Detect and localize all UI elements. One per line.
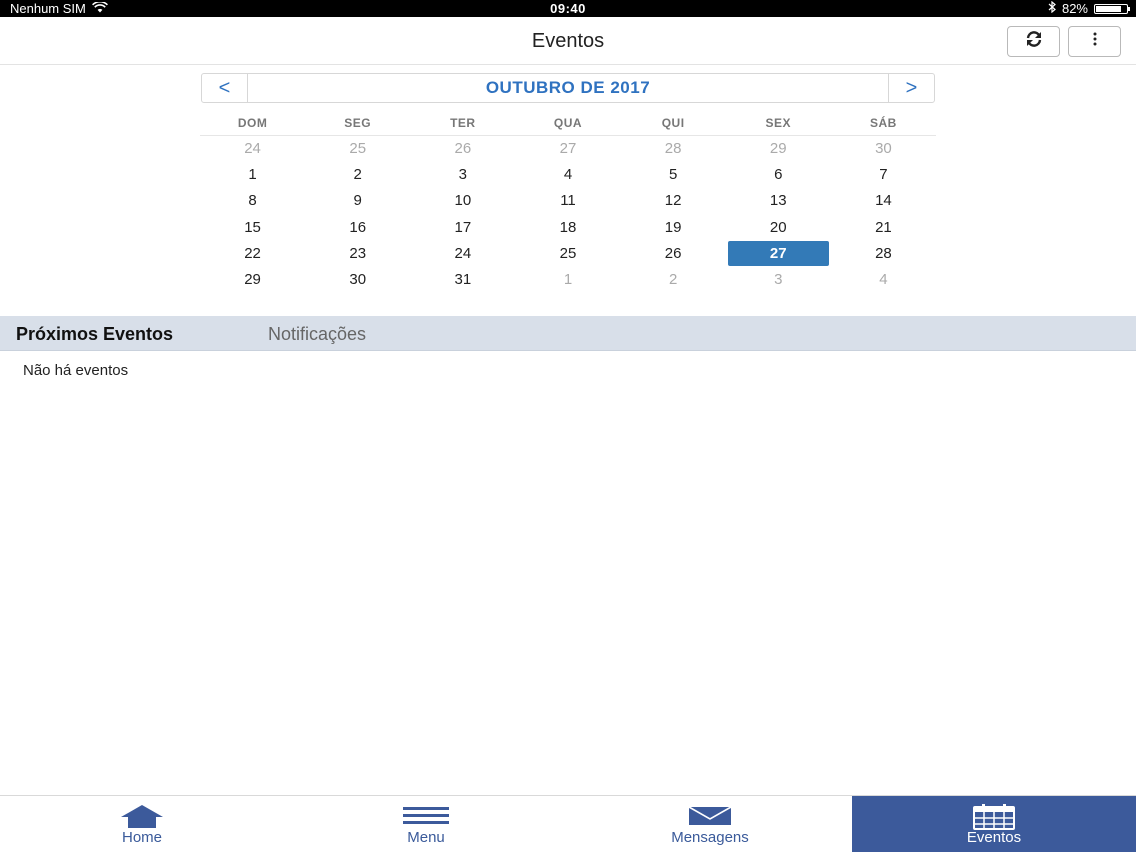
calendar-day[interactable]: 29 — [726, 136, 831, 162]
calendar-day[interactable]: 2 — [305, 162, 410, 188]
events-tabs: Próximos Eventos Notificações — [0, 316, 1136, 351]
calendar-day[interactable]: 21 — [831, 215, 936, 241]
calendar-week: 24 25 26 27 28 29 30 — [200, 136, 936, 162]
calendar-day[interactable]: 25 — [305, 136, 410, 162]
calendar-week: 15 16 17 18 19 20 21 — [200, 215, 936, 241]
calendar-day[interactable]: 23 — [305, 241, 410, 267]
weekday-label: QUI — [661, 116, 685, 130]
nav-home[interactable]: Home — [0, 796, 284, 852]
more-vertical-icon — [1093, 32, 1097, 51]
calendar-day[interactable]: 30 — [831, 136, 936, 162]
calendar-day[interactable]: 18 — [515, 215, 620, 241]
calendar-day[interactable]: 29 — [200, 267, 305, 293]
calendar-day[interactable]: 3 — [410, 162, 515, 188]
calendar-day[interactable]: 30 — [305, 267, 410, 293]
calendar-day[interactable]: 24 — [200, 136, 305, 162]
calendar-day[interactable]: 24 — [410, 241, 515, 267]
calendar-day[interactable]: 3 — [726, 267, 831, 293]
calendar-day[interactable]: 9 — [305, 188, 410, 214]
refresh-icon — [1024, 30, 1044, 53]
nav-events[interactable]: Eventos — [852, 796, 1136, 852]
calendar-day[interactable]: 10 — [410, 188, 515, 214]
page-title: Eventos — [531, 30, 605, 52]
calendar-day[interactable]: 19 — [621, 215, 726, 241]
calendar-week: 22 23 24 25 26 27 28 — [200, 240, 936, 267]
tab-upcoming-events[interactable]: Próximos Eventos — [16, 324, 173, 345]
nav-messages-label: Mensagens — [671, 829, 749, 846]
calendar-day[interactable]: 15 — [200, 215, 305, 241]
battery-percent: 82% — [1061, 1, 1088, 16]
tab-notifications[interactable]: Notificações — [268, 324, 366, 345]
weekday-label: TER — [450, 116, 476, 130]
calendar-day[interactable]: 7 — [831, 162, 936, 188]
calendar-day[interactable]: 11 — [515, 188, 620, 214]
nav-events-label: Eventos — [966, 829, 1022, 846]
month-label: OUTUBRO DE 2017 — [485, 78, 651, 97]
calendar-grid: DOM SEG TER QUA QUI SEX SÁB 24 25 26 27 … — [200, 110, 936, 293]
calendar-day[interactable]: 31 — [410, 267, 515, 293]
prev-month-button[interactable]: < — [202, 74, 248, 102]
weekday-label: DOM — [237, 116, 268, 130]
weekday-label: SÁB — [869, 116, 897, 130]
empty-events-message: Não há eventos — [23, 362, 129, 379]
battery-icon — [1094, 4, 1130, 14]
calendar-day[interactable]: 6 — [726, 162, 831, 188]
nav-messages[interactable]: Mensagens — [568, 796, 852, 852]
status-bar: Nenhum SIM 09:40 82% — [0, 0, 1136, 17]
envelope-icon — [688, 804, 732, 831]
calendar-day[interactable]: 16 — [305, 215, 410, 241]
weekday-header: DOM SEG TER QUA QUI SEX SÁB — [200, 110, 936, 136]
calendar-week: 29 30 31 1 2 3 4 — [200, 267, 936, 293]
weekday-label: SEX — [765, 116, 792, 130]
calendar-day[interactable]: 26 — [410, 136, 515, 162]
calendar-day[interactable]: 22 — [200, 241, 305, 267]
calendar-day[interactable]: 13 — [726, 188, 831, 214]
calendar-day[interactable]: 14 — [831, 188, 936, 214]
calendar-day[interactable]: 8 — [200, 188, 305, 214]
calendar-week: 8 9 10 11 12 13 14 — [200, 188, 936, 214]
bluetooth-icon — [1048, 0, 1056, 16]
nav-menu-label: Menu — [407, 829, 445, 846]
calendar-day[interactable]: 26 — [621, 241, 726, 267]
nav-home-label: Home — [121, 829, 162, 846]
calendar-day[interactable]: 28 — [621, 136, 726, 162]
calendar-day[interactable]: 4 — [515, 162, 620, 188]
calendar-day[interactable]: 2 — [621, 267, 726, 293]
status-time: 09:40 — [550, 1, 586, 16]
more-options-button[interactable] — [1068, 26, 1121, 57]
nav-menu[interactable]: Menu — [284, 796, 568, 852]
calendar-day[interactable]: 4 — [831, 267, 936, 293]
calendar-day[interactable]: 25 — [515, 241, 620, 267]
bottom-navigation: Home Menu Mensagens Eventos — [0, 795, 1136, 852]
menu-icon — [402, 804, 450, 831]
calendar-day[interactable]: 28 — [831, 241, 936, 267]
calendar-day[interactable]: 1 — [200, 162, 305, 188]
next-month-button[interactable]: > — [888, 74, 934, 102]
calendar-week: 1 2 3 4 5 6 7 — [200, 162, 936, 188]
weekday-label: SEG — [344, 116, 372, 130]
calendar-navigation: < OUTUBRO DE 2017 > — [201, 73, 935, 103]
calendar-day[interactable]: 27 — [515, 136, 620, 162]
calendar-day[interactable]: 20 — [726, 215, 831, 241]
calendar-day-selected[interactable]: 27 — [726, 240, 831, 267]
weekday-label: QUA — [553, 116, 583, 130]
calendar-day[interactable]: 12 — [621, 188, 726, 214]
refresh-button[interactable] — [1007, 26, 1060, 57]
calendar-day[interactable]: 1 — [515, 267, 620, 293]
calendar-day[interactable]: 5 — [621, 162, 726, 188]
calendar-day[interactable]: 17 — [410, 215, 515, 241]
app-header: Eventos — [0, 17, 1136, 65]
